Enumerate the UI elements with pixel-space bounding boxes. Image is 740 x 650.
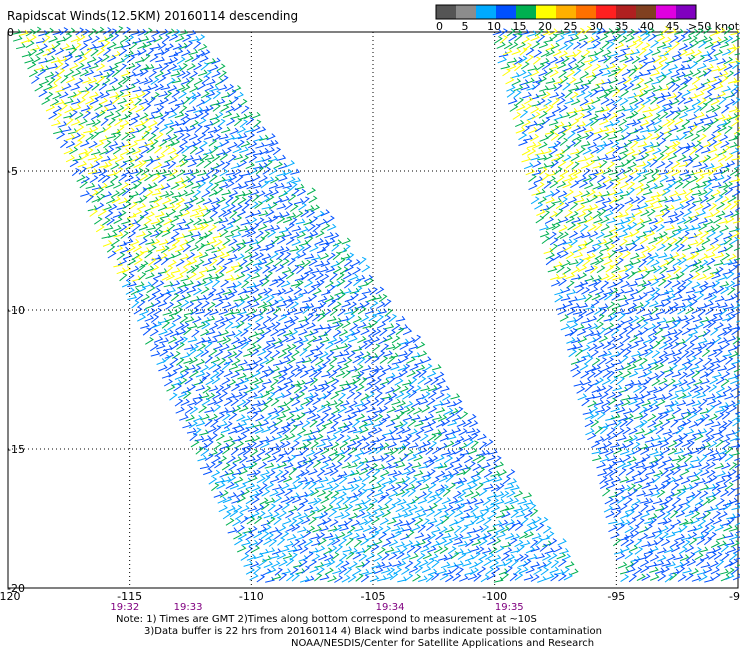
lon-tick-label: -110 xyxy=(239,590,264,603)
colorbar-swatch xyxy=(476,5,496,19)
colorbar-label: 10 xyxy=(487,20,501,33)
colorbar-label: 20 xyxy=(538,20,552,33)
colorbar-swatch xyxy=(656,5,676,19)
colorbar-swatch xyxy=(556,5,576,19)
colorbar-swatch xyxy=(436,5,456,19)
note-line-1: Note: 1) Times are GMT 2)Times along bot… xyxy=(116,614,537,625)
latitude-labels: 0 -5 -10 -15 -20 xyxy=(7,26,25,595)
colorbar-swatch xyxy=(676,5,696,19)
pass-time-label: 19:32 xyxy=(110,602,139,613)
lon-tick-label: -90 xyxy=(729,590,740,603)
colorbar-swatch xyxy=(516,5,536,19)
colorbar-swatch xyxy=(456,5,476,19)
colorbar-label: >50 knots xyxy=(688,20,740,33)
lon-tick-label: -95 xyxy=(607,590,625,603)
colorbar-swatch xyxy=(596,5,616,19)
wind-map: Rapidscat Winds(12.5KM) 20160114 descend… xyxy=(0,4,740,613)
pass-time-label: 19:35 xyxy=(495,602,524,613)
lat-tick-label: -20 xyxy=(7,582,25,595)
pass-time-label: 19:34 xyxy=(376,602,405,613)
wind-barbs xyxy=(11,25,740,583)
lat-tick-label: -5 xyxy=(7,165,18,178)
colorbar-swatch xyxy=(616,5,636,19)
colorbar-swatch xyxy=(536,5,556,19)
colorbar-swatch xyxy=(636,5,656,19)
colorbar-label: 30 xyxy=(589,20,603,33)
note-line-3: NOAA/NESDIS/Center for Satellite Applica… xyxy=(291,638,595,649)
pass-time-label: 19:33 xyxy=(174,602,203,613)
colorbar-swatch xyxy=(496,5,516,19)
lat-tick-label: -10 xyxy=(7,304,25,317)
note-line-2: 3)Data buffer is 22 hrs from 20160114 4)… xyxy=(144,626,602,637)
pass-time-labels: 19:32 19:33 19:34 19:35 xyxy=(110,602,523,613)
colorbar-label: 5 xyxy=(462,20,469,33)
lat-tick-label: 0 xyxy=(7,26,14,39)
colorbar-label: 0 xyxy=(436,20,443,33)
colorbar-swatch xyxy=(576,5,596,19)
colorbar-label: 45 xyxy=(666,20,680,33)
grid-lines xyxy=(8,32,738,588)
lat-tick-label: -15 xyxy=(7,443,25,456)
map-title: Rapidscat Winds(12.5KM) 20160114 descend… xyxy=(7,9,298,23)
